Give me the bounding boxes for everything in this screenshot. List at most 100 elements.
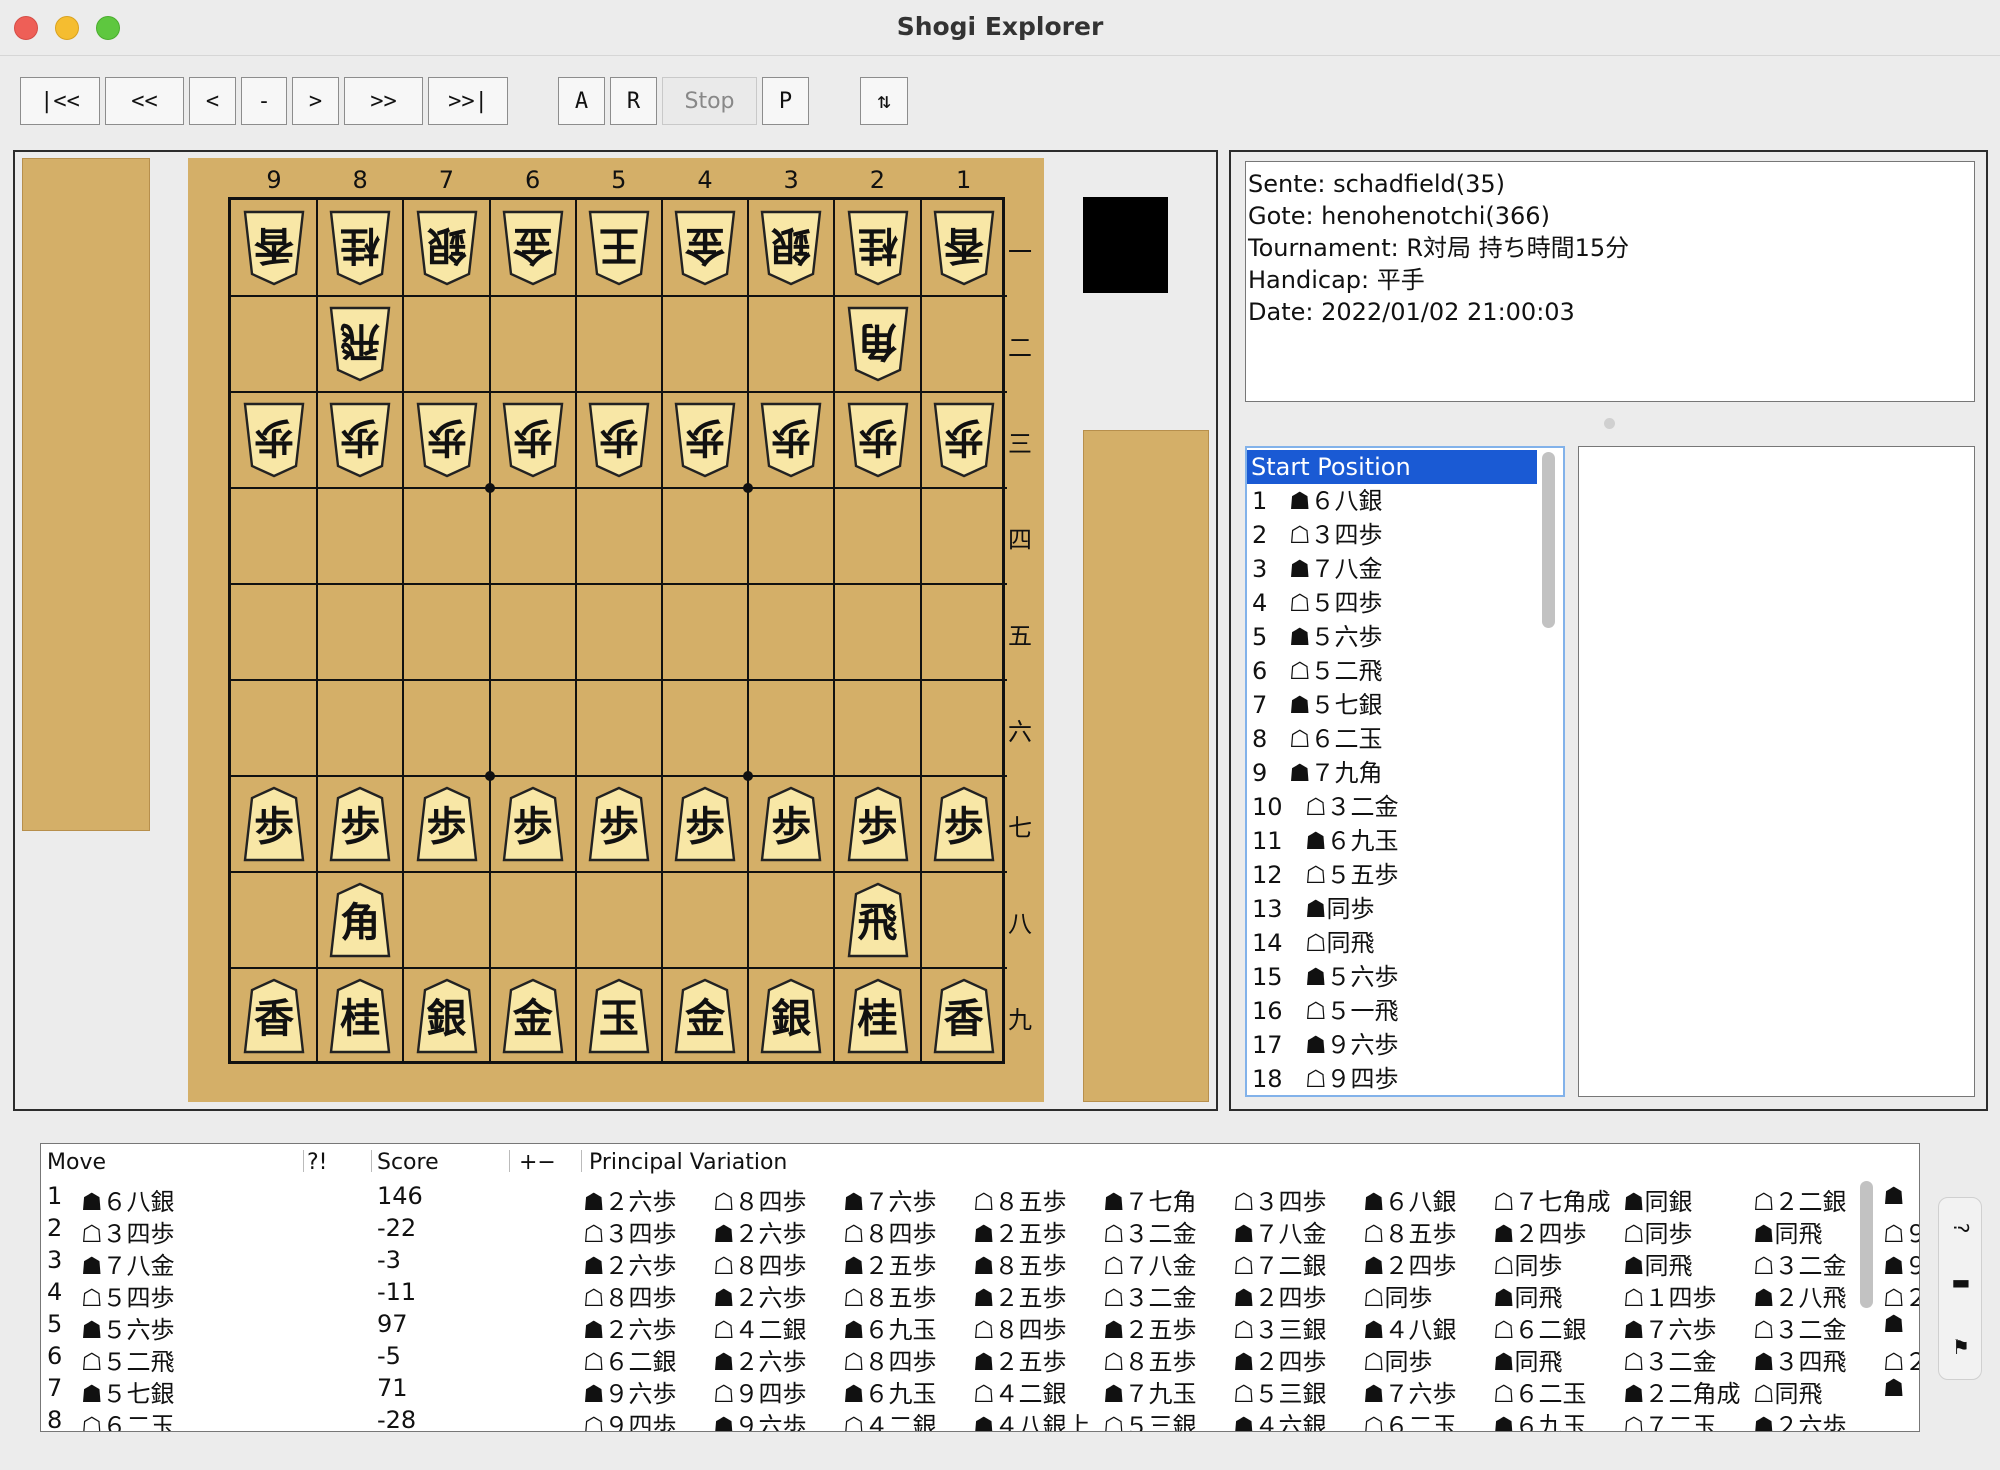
back-button[interactable]: <: [189, 77, 236, 125]
gote-piece[interactable]: 歩: [933, 402, 995, 478]
forward-button[interactable]: >: [292, 77, 339, 125]
sente-piece[interactable]: 玉: [588, 978, 650, 1054]
header-plus-minus[interactable]: +−: [519, 1150, 556, 1175]
sente-piece[interactable]: 歩: [674, 786, 736, 862]
move-list[interactable]: Start Position 1 ☗６八銀 2 ☖３四歩 3 ☗７八金 4 ☖５…: [1245, 446, 1565, 1097]
pv-move: ☗: [1883, 1310, 1905, 1338]
analysis-row[interactable]: 5 ☗５六歩 97 ☗２六歩 ☖４二銀 ☗６九玉 ☖８四歩 ☗２五歩 ☖３三銀 ☗４八銀 ☖６…: [41, 1310, 1905, 1344]
move-list-scrollbar[interactable]: [1542, 452, 1555, 628]
move-list-item[interactable]: 13 ☗同歩: [1247, 892, 1537, 926]
p-button[interactable]: P: [762, 77, 809, 125]
sente-piece[interactable]: 角: [329, 882, 391, 958]
panel-icon[interactable]: ▬: [1939, 1260, 1983, 1304]
back-far-button[interactable]: <<: [105, 77, 184, 125]
analysis-table[interactable]: Move ?! Score +− Principal Variation 1 ☗…: [40, 1143, 1920, 1432]
gote-piece[interactable]: 銀: [416, 210, 478, 286]
gote-piece[interactable]: 香: [243, 210, 305, 286]
split-divider-handle[interactable]: [1604, 418, 1615, 429]
piece-label: 銀: [771, 995, 812, 1042]
a-button[interactable]: A: [558, 77, 605, 125]
gote-piece[interactable]: 銀: [760, 210, 822, 286]
analysis-row[interactable]: 3 ☗７八金 -3 ☗２六歩 ☖８四歩 ☗２五歩 ☗８五歩 ☖７八金 ☖７二銀 ☗２四歩 ☖同…: [41, 1246, 1919, 1280]
sente-piece[interactable]: 歩: [933, 786, 995, 862]
move-list-start[interactable]: Start Position: [1247, 450, 1537, 484]
file-label: 8: [352, 166, 368, 194]
analysis-row-number: 5: [47, 1310, 63, 1338]
gote-piece[interactable]: 金: [502, 210, 564, 286]
comment-box[interactable]: [1578, 446, 1975, 1097]
gote-piece[interactable]: 金: [674, 210, 736, 286]
gote-piece[interactable]: 桂: [329, 210, 391, 286]
move-list-item[interactable]: 4 ☖５四歩: [1247, 586, 1537, 620]
header-move[interactable]: Move: [47, 1150, 106, 1175]
gote-piece[interactable]: 飛: [329, 306, 391, 382]
move-list-item[interactable]: 9 ☗７九角: [1247, 756, 1537, 790]
analysis-scrollbar[interactable]: [1860, 1181, 1873, 1308]
move-list-item[interactable]: 17 ☗９六歩: [1247, 1028, 1537, 1062]
move-list-item[interactable]: 15 ☗５六歩: [1247, 960, 1537, 994]
move-list-item[interactable]: 12 ☖５五歩: [1247, 858, 1537, 892]
gote-piece[interactable]: 桂: [847, 210, 909, 286]
gote-piece[interactable]: 角: [847, 306, 909, 382]
sente-piece[interactable]: 歩: [760, 786, 822, 862]
sente-piece[interactable]: 歩: [847, 786, 909, 862]
gote-piece[interactable]: 歩: [416, 402, 478, 478]
sente-piece[interactable]: 歩: [416, 786, 478, 862]
analysis-row[interactable]: 8 ☖６二玉 -28 ☖９四歩 ☗９六歩 ☖４二銀 ☗４八銀上 ☖５三銀 ☗４六銀 ☖６二玉…: [41, 1406, 1859, 1431]
analysis-row[interactable]: 4 ☖５四歩 -11 ☖８四歩 ☗２六歩 ☖８五歩 ☗２五歩 ☖３二金 ☗２四歩 ☖同歩 ☗同…: [41, 1278, 1919, 1312]
header-principal-variation[interactable]: Principal Variation: [589, 1150, 787, 1175]
help-icon[interactable]: ?: [1939, 1206, 1983, 1250]
gote-piece[interactable]: 王: [588, 210, 650, 286]
sente-komadai[interactable]: [1083, 430, 1209, 1102]
move-list-item[interactable]: 6 ☖５二飛: [1247, 654, 1537, 688]
gote-piece[interactable]: 歩: [760, 402, 822, 478]
move-list-item[interactable]: 5 ☗５六歩: [1247, 620, 1537, 654]
gote-piece[interactable]: 歩: [674, 402, 736, 478]
sente-piece[interactable]: 香: [243, 978, 305, 1054]
sente-piece[interactable]: 歩: [588, 786, 650, 862]
gote-piece[interactable]: 歩: [243, 402, 305, 478]
move-list-item[interactable]: 3 ☗７八金: [1247, 552, 1537, 586]
sente-piece[interactable]: 桂: [847, 978, 909, 1054]
forward-far-button[interactable]: >>: [344, 77, 423, 125]
move-list-item[interactable]: 14 ☖同飛: [1247, 926, 1537, 960]
gote-piece[interactable]: 香: [933, 210, 995, 286]
move-list-item[interactable]: 10 ☖３二金: [1247, 790, 1537, 824]
pv-move: ☗２六歩: [583, 1316, 677, 1344]
analysis-row[interactable]: 7 ☗５七銀 71 ☗９六歩 ☖９四歩 ☗６九玉 ☖４二銀 ☗７九玉 ☖５三銀 ☗７六歩 ☖６…: [41, 1374, 1905, 1408]
move-list-item[interactable]: 7 ☗５七銀: [1247, 688, 1537, 722]
analysis-row[interactable]: 1 ☗６八銀 146 ☗２六歩 ☖８四歩 ☗７六歩 ☖８五歩 ☗７七角 ☖３四歩 ☗６八銀 ☖…: [41, 1182, 1905, 1216]
sente-piece[interactable]: 歩: [502, 786, 564, 862]
gote-piece[interactable]: 歩: [502, 402, 564, 478]
first-move-button[interactable]: |<<: [20, 77, 100, 125]
sente-piece[interactable]: 桂: [329, 978, 391, 1054]
sente-piece[interactable]: 銀: [416, 978, 478, 1054]
analysis-row[interactable]: 6 ☖５二飛 -5 ☖６二銀 ☗２六歩 ☖８四歩 ☗２五歩 ☖８五歩 ☗２四歩 ☖同歩 ☗同飛…: [41, 1342, 1919, 1376]
dash-button[interactable]: -: [241, 77, 287, 125]
move-list-item[interactable]: 2 ☖３四歩: [1247, 518, 1537, 552]
sente-piece[interactable]: 歩: [329, 786, 391, 862]
header-flag[interactable]: ?!: [307, 1150, 328, 1175]
flip-board-button[interactable]: ⇅: [860, 77, 908, 125]
sente-piece[interactable]: 銀: [760, 978, 822, 1054]
last-move-button[interactable]: >>|: [428, 77, 508, 125]
sente-piece[interactable]: 金: [502, 978, 564, 1054]
stop-button[interactable]: Stop: [662, 77, 757, 125]
header-score[interactable]: Score: [377, 1150, 439, 1175]
sente-piece[interactable]: 飛: [847, 882, 909, 958]
sente-piece[interactable]: 香: [933, 978, 995, 1054]
flag-icon[interactable]: ⚑: [1939, 1325, 1983, 1369]
gote-piece[interactable]: 歩: [588, 402, 650, 478]
gote-komadai[interactable]: [22, 158, 150, 831]
r-button[interactable]: R: [610, 77, 657, 125]
move-list-item[interactable]: 1 ☗６八銀: [1247, 484, 1537, 518]
sente-piece[interactable]: 金: [674, 978, 736, 1054]
gote-piece[interactable]: 歩: [847, 402, 909, 478]
sente-piece[interactable]: 歩: [243, 786, 305, 862]
move-list-item[interactable]: 8 ☖６二玉: [1247, 722, 1537, 756]
move-list-item[interactable]: 11 ☗６九玉: [1247, 824, 1537, 858]
move-list-item[interactable]: 18 ☖９四歩: [1247, 1062, 1537, 1095]
gote-piece[interactable]: 歩: [329, 402, 391, 478]
analysis-row[interactable]: 2 ☖３四歩 -22 ☖３四歩 ☗２六歩 ☖８四歩 ☗２五歩 ☖３二金 ☗７八金 ☖８五歩 ☗…: [41, 1214, 1919, 1248]
move-list-item[interactable]: 16 ☖５一飛: [1247, 994, 1537, 1028]
